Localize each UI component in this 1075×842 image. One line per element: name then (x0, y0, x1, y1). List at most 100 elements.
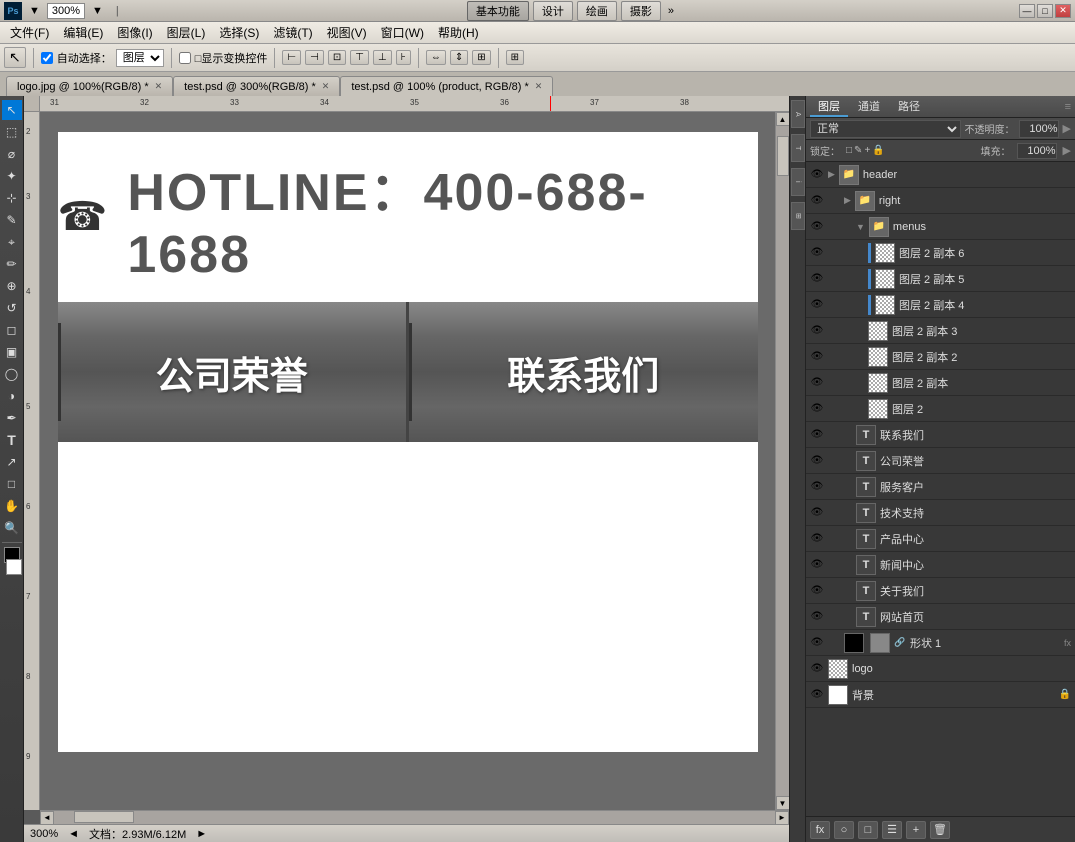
eye-copy6[interactable]: 👁 (810, 246, 824, 260)
mode-design[interactable]: 设计 (533, 1, 573, 21)
eye-copy3[interactable]: 👁 (810, 324, 824, 338)
tab-0[interactable]: logo.jpg @ 100%(RGB/8) * ✕ (6, 76, 173, 96)
dodge-tool[interactable]: ◑ (2, 386, 22, 406)
menu-view[interactable]: 视图(V) (321, 23, 373, 42)
show-transform-checkbox[interactable] (179, 52, 191, 64)
layer-aboutus[interactable]: 👁 T 关于我们 (806, 578, 1075, 604)
layer-group-button[interactable]: ☰ (882, 821, 902, 839)
title-menu-arrow[interactable]: ▼ (26, 5, 43, 17)
menu-edit[interactable]: 编辑(E) (57, 23, 109, 42)
eye-shape1[interactable]: 👁 (810, 636, 824, 650)
minimize-button[interactable]: — (1019, 4, 1035, 18)
layer-copy6[interactable]: 👁 图层 2 副本 6 (806, 240, 1075, 266)
align-top[interactable]: ⊤ (350, 50, 369, 65)
lasso-tool[interactable]: ⌀ (2, 144, 22, 164)
status-arrow-right[interactable]: ► (196, 828, 207, 840)
blend-mode-select[interactable]: 正常 (810, 120, 961, 138)
view-mode-select[interactable]: ▼ (89, 5, 106, 17)
fill-input[interactable] (1017, 143, 1057, 159)
layer-menus-group[interactable]: 👁 ▼ 📁 menus (806, 214, 1075, 240)
tab-2[interactable]: test.psd @ 100% (product, RGB/8) * ✕ (340, 76, 553, 96)
layer-base[interactable]: 👁 图层 2 (806, 396, 1075, 422)
panel-info-btn[interactable]: i (791, 168, 805, 196)
eye-logo[interactable]: 👁 (810, 662, 824, 676)
layer-header-group[interactable]: 👁 ▶ 📁 header (806, 162, 1075, 188)
move-tool[interactable]: ↖ (2, 100, 22, 120)
shape-tool[interactable]: □ (2, 474, 22, 494)
lock-position-icon[interactable]: ✎ (854, 145, 862, 156)
eye-techsupport[interactable]: 👁 (810, 506, 824, 520)
distribute-h2[interactable]: ⊞ (472, 50, 490, 65)
menu-file[interactable]: 文件(F) (4, 23, 55, 42)
zoom-tool[interactable]: 🔍 (2, 518, 22, 538)
status-arrow-left[interactable]: ◄ (68, 828, 79, 840)
canvas-scroll-area[interactable]: ☎ HOTLINE：400-688-1688 公司荣誉 (40, 112, 775, 810)
eraser-tool[interactable]: ◻ (2, 320, 22, 340)
mode-photo[interactable]: 摄影 (621, 1, 661, 21)
eye-background[interactable]: 👁 (810, 688, 824, 702)
menu-layer[interactable]: 图层(L) (161, 23, 212, 42)
opacity-arrow[interactable]: ▶ (1063, 122, 1071, 135)
layer-honor[interactable]: 👁 T 公司荣誉 (806, 448, 1075, 474)
hand-tool[interactable]: ✋ (2, 496, 22, 516)
eye-menus[interactable]: 👁 (810, 220, 824, 234)
blur-tool[interactable]: ◯ (2, 364, 22, 384)
new-layer-button[interactable]: + (906, 821, 926, 839)
scroll-up-arrow[interactable]: ▲ (776, 112, 790, 126)
panel-nav-btn[interactable]: ⊞ (791, 202, 805, 230)
layer-copy1[interactable]: 👁 图层 2 副本 (806, 370, 1075, 396)
background-color[interactable] (6, 559, 22, 575)
layer-right-group[interactable]: 👁 ▶ 📁 right (806, 188, 1075, 214)
menu-filter[interactable]: 滤镜(T) (267, 23, 318, 42)
arrow-right[interactable]: ▶ (844, 195, 851, 206)
eyedropper-tool[interactable]: ✎ (2, 210, 22, 230)
layer-logo[interactable]: 👁 logo (806, 656, 1075, 682)
tab-1-close[interactable]: ✕ (322, 81, 330, 92)
layer-techsupport[interactable]: 👁 T 技术支持 (806, 500, 1075, 526)
lock-pixels-icon[interactable]: □ (846, 145, 852, 156)
arrow-menus[interactable]: ▼ (856, 222, 865, 232)
tab-0-close[interactable]: ✕ (155, 81, 163, 92)
align-right[interactable]: ⊡ (328, 50, 346, 65)
crop-tool[interactable]: ⊹ (2, 188, 22, 208)
horizontal-scrollbar[interactable]: ◄ ► (40, 810, 789, 824)
scroll-thumb-h[interactable] (74, 811, 134, 823)
eye-service[interactable]: 👁 (810, 480, 824, 494)
healing-tool[interactable]: ⌖ (2, 232, 22, 252)
eye-copy4[interactable]: 👁 (810, 298, 824, 312)
vertical-scrollbar[interactable]: ▲ ▼ (775, 112, 789, 810)
layer-copy2[interactable]: 👁 图层 2 副本 2 (806, 344, 1075, 370)
align-center-h[interactable]: ⊣ (305, 50, 324, 65)
menu-select[interactable]: 选择(S) (213, 23, 265, 42)
magic-wand-tool[interactable]: ✦ (2, 166, 22, 186)
eye-copy2[interactable]: 👁 (810, 350, 824, 364)
tab-1[interactable]: test.psd @ 300%(RGB/8) * ✕ (173, 76, 340, 96)
eye-copy5[interactable]: 👁 (810, 272, 824, 286)
opacity-input[interactable] (1019, 120, 1059, 138)
eye-base[interactable]: 👁 (810, 402, 824, 416)
add-mask-button[interactable]: ○ (834, 821, 854, 839)
eye-aboutus[interactable]: 👁 (810, 584, 824, 598)
delete-layer-button[interactable]: 🗑 (930, 821, 950, 839)
auto-select-checkbox[interactable] (41, 52, 53, 64)
tab-channels[interactable]: 通道 (850, 97, 888, 117)
scroll-left-arrow[interactable]: ◄ (40, 811, 54, 825)
layer-service[interactable]: 👁 T 服务客户 (806, 474, 1075, 500)
distribute-h[interactable]: ⇔ (426, 50, 446, 65)
panel-collapse-btn[interactable]: A (791, 100, 805, 128)
eye-home[interactable]: 👁 (810, 610, 824, 624)
eye-header[interactable]: 👁 (810, 168, 824, 182)
scroll-right-arrow[interactable]: ► (775, 811, 789, 825)
fx-button[interactable]: fx (810, 821, 830, 839)
eye-contact[interactable]: 👁 (810, 428, 824, 442)
layer-contact[interactable]: 👁 T 联系我们 (806, 422, 1075, 448)
close-button[interactable]: ✕ (1055, 4, 1071, 18)
extra-option[interactable]: ⊞ (506, 50, 524, 65)
eye-products[interactable]: 👁 (810, 532, 824, 546)
layer-copy3[interactable]: 👁 图层 2 副本 3 (806, 318, 1075, 344)
brush-tool[interactable]: ✏ (2, 254, 22, 274)
menu-help[interactable]: 帮助(H) (432, 23, 485, 42)
mode-basic[interactable]: 基本功能 (467, 1, 529, 21)
add-adjustment-button[interactable]: □ (858, 821, 878, 839)
maximize-button[interactable]: □ (1037, 4, 1053, 18)
